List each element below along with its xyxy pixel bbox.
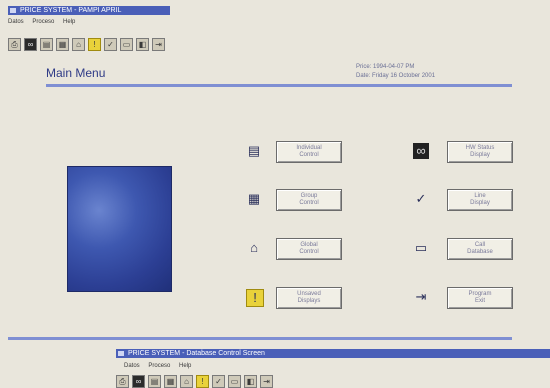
info-line-1: Price: 1994-04-07 PM: [356, 64, 415, 70]
unsaved-displays-button[interactable]: Unsaved Displays: [276, 287, 342, 309]
house-icon[interactable]: ⌂: [180, 375, 193, 388]
form-icon[interactable]: ▤: [148, 375, 161, 388]
menu-proceso[interactable]: Proceso: [32, 19, 54, 25]
call-database-button[interactable]: Call Database: [447, 238, 513, 260]
boxes-icon[interactable]: ▦: [56, 38, 69, 51]
binoculars-icon[interactable]: ∞: [132, 375, 145, 388]
printer-icon[interactable]: ⎙: [8, 38, 21, 51]
boxes-icon[interactable]: ▦: [164, 375, 177, 388]
toolbar: ⎙ ∞ ▤ ▦ ⌂ ! ✓ ▭ ◧ ⇥: [8, 38, 165, 51]
window-icon: ▭: [414, 240, 428, 255]
checkmark-icon[interactable]: ✓: [212, 375, 225, 388]
exit-icon: ⇥: [415, 289, 427, 304]
menu-bar: Datos Proceso Help: [8, 19, 82, 25]
checkmark-icon[interactable]: ✓: [104, 38, 117, 51]
second-window-title-bar: PRICE SYSTEM - Database Control Screen: [116, 349, 550, 358]
form-icon[interactable]: ▤: [40, 38, 53, 51]
info-line-2: Date: Friday 16 October 2001: [356, 73, 436, 79]
program-exit-button[interactable]: Program Exit: [447, 287, 513, 309]
line-display-button[interactable]: Line Display: [447, 189, 513, 211]
boxes-icon: ▦: [247, 191, 261, 206]
form-icon: ▤: [247, 143, 261, 158]
second-menu-proceso[interactable]: Proceso: [148, 363, 170, 369]
exit-icon[interactable]: ⇥: [152, 38, 165, 51]
second-menu-bar: Datos Proceso Help: [124, 363, 198, 369]
warning-icon[interactable]: !: [88, 38, 101, 51]
hw-status-display-button[interactable]: HW Status Display: [447, 141, 513, 163]
second-toolbar: ⎙ ∞ ▤ ▦ ⌂ ! ✓ ▭ ◧ ⇥: [116, 375, 273, 388]
global-control-button[interactable]: Global Control: [276, 238, 342, 260]
house-icon: ⌂: [250, 240, 258, 255]
exit-icon[interactable]: ⇥: [260, 375, 273, 388]
window-icon[interactable]: ▭: [228, 375, 241, 388]
printer-icon[interactable]: ⎙: [116, 375, 129, 388]
gauge-icon[interactable]: ◧: [136, 38, 149, 51]
warning-icon[interactable]: !: [196, 375, 209, 388]
window-title: PRICE SYSTEM - PAMPI APRIL: [20, 7, 122, 14]
header-info: Price: 1994-04-07 PM Date: Friday 16 Oct…: [356, 63, 435, 81]
second-window-title: PRICE SYSTEM - Database Control Screen: [128, 350, 265, 357]
menu-help[interactable]: Help: [63, 19, 75, 25]
bottom-rule: [8, 337, 512, 340]
gauge-icon[interactable]: ◧: [244, 375, 257, 388]
checkmark-icon: ✓: [415, 191, 427, 206]
warning-icon: !: [246, 289, 264, 307]
header-rule: [46, 84, 512, 87]
second-menu-help[interactable]: Help: [179, 363, 191, 369]
window-title-bar: PRICE SYSTEM - PAMPI APRIL: [8, 6, 170, 15]
group-control-button[interactable]: Group Control: [276, 189, 342, 211]
house-icon[interactable]: ⌂: [72, 38, 85, 51]
binoculars-icon: ∞: [413, 143, 429, 159]
second-app-icon: [118, 351, 124, 356]
menu-datos[interactable]: Datos: [8, 19, 24, 25]
decorative-panel: [67, 166, 172, 292]
window-icon[interactable]: ▭: [120, 38, 133, 51]
binoculars-icon[interactable]: ∞: [24, 38, 37, 51]
page-title: Main Menu: [46, 66, 106, 80]
individual-control-button[interactable]: Individual Control: [276, 141, 342, 163]
app-icon: [10, 8, 16, 13]
second-menu-datos[interactable]: Datos: [124, 363, 140, 369]
